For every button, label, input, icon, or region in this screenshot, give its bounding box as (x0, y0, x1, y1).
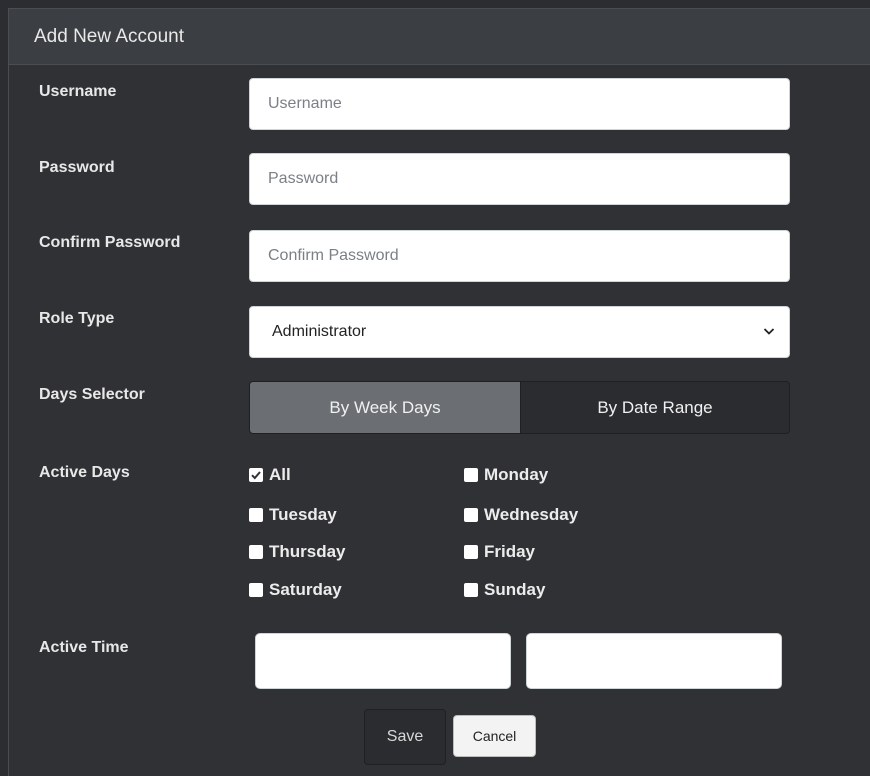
panel-header: Add New Account (9, 9, 870, 65)
panel-title: Add New Account (34, 26, 184, 47)
day-checkbox-monday[interactable]: Monday (464, 465, 548, 485)
username-label: Username (39, 83, 117, 100)
password-label: Password (39, 159, 115, 176)
day-checkbox-sunday[interactable]: Sunday (464, 580, 545, 600)
day-label: Thursday (269, 542, 346, 561)
add-account-panel: Add New Account Username Password Confir… (8, 8, 870, 776)
checkbox-icon[interactable] (249, 583, 263, 597)
checkbox-icon[interactable] (464, 545, 478, 559)
day-checkbox-tuesday[interactable]: Tuesday (249, 505, 337, 525)
checkbox-icon[interactable] (249, 545, 263, 559)
username-input[interactable] (249, 78, 790, 130)
day-checkbox-wednesday[interactable]: Wednesday (464, 505, 578, 525)
start-time-input[interactable] (255, 633, 511, 689)
by-week-days-button[interactable]: By Week Days (249, 381, 521, 434)
checkbox-icon[interactable] (464, 583, 478, 597)
confirm-password-input[interactable] (249, 230, 790, 282)
role-type-select[interactable]: Administrator (249, 306, 790, 358)
day-checkbox-friday[interactable]: Friday (464, 542, 535, 562)
role-type-value: Administrator (272, 323, 367, 340)
by-date-range-button[interactable]: By Date Range (520, 381, 790, 434)
day-checkbox-saturday[interactable]: Saturday (249, 580, 342, 600)
day-label: Friday (484, 542, 536, 561)
day-label: Sunday (484, 580, 546, 599)
checkbox-icon[interactable] (464, 508, 478, 522)
active-days-label: Active Days (39, 464, 130, 481)
day-label: Wednesday (484, 505, 579, 524)
role-type-label: Role Type (39, 310, 115, 327)
checkbox-icon[interactable] (464, 468, 478, 482)
confirm-password-label: Confirm Password (39, 234, 181, 251)
save-button[interactable]: Save (364, 709, 446, 765)
day-label: Tuesday (269, 505, 337, 524)
day-checkbox-all[interactable]: All (249, 465, 291, 485)
checkbox-checked-icon[interactable] (249, 468, 263, 482)
end-time-input[interactable] (526, 633, 782, 689)
days-selector-label: Days Selector (39, 386, 145, 403)
day-label: All (269, 465, 291, 484)
chevron-down-icon (763, 328, 775, 335)
day-checkbox-thursday[interactable]: Thursday (249, 542, 346, 562)
checkbox-icon[interactable] (249, 508, 263, 522)
password-input[interactable] (249, 153, 790, 205)
day-label: Monday (484, 465, 549, 484)
day-label: Saturday (269, 580, 342, 599)
cancel-button[interactable]: Cancel (453, 715, 536, 757)
active-time-label: Active Time (39, 639, 129, 656)
